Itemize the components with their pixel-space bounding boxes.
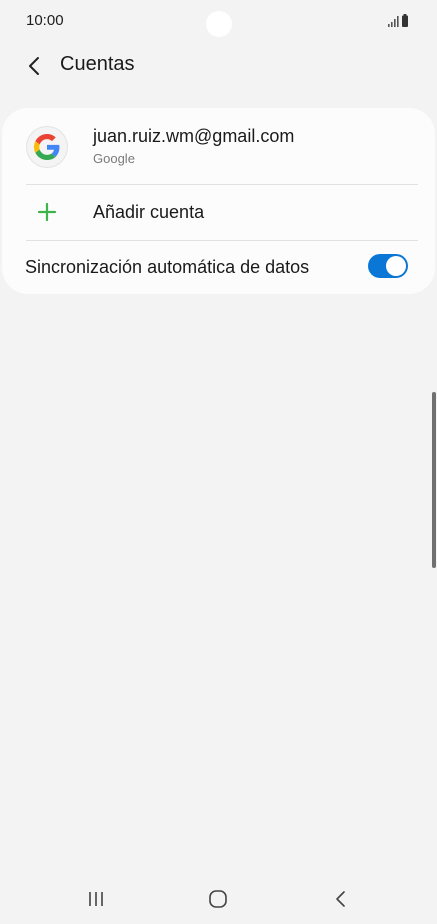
back-icon — [336, 891, 345, 907]
account-item-google[interactable]: juan.ruiz.wm@gmail.com Google — [2, 108, 435, 184]
home-icon — [209, 890, 227, 908]
account-email: juan.ruiz.wm@gmail.com — [93, 126, 295, 146]
camera-cutout — [206, 11, 232, 37]
status-icons — [387, 13, 413, 29]
add-account-label: Añadir cuenta — [93, 202, 205, 222]
add-account-button[interactable]: Añadir cuenta — [2, 185, 435, 240]
accounts-card: juan.ruiz.wm@gmail.com Google Añadir cue… — [2, 108, 435, 294]
auto-sync-toggle[interactable] — [368, 254, 408, 278]
chevron-left-icon — [29, 57, 39, 75]
battery-icon — [402, 14, 408, 27]
recent-apps-button[interactable] — [76, 886, 116, 912]
auto-sync-label: Sincronización automática de datos — [25, 257, 310, 277]
page-title: Cuentas — [60, 53, 135, 75]
scrollbar[interactable] — [432, 392, 436, 568]
header: Cuentas — [0, 44, 437, 88]
back-button[interactable] — [20, 52, 48, 80]
status-bar: 10:00 — [0, 0, 437, 44]
status-time: 10:00 — [26, 12, 64, 29]
signal-icon — [388, 16, 399, 27]
nav-back-button[interactable] — [320, 886, 360, 912]
toggle-knob — [386, 256, 406, 276]
account-type: Google — [93, 151, 135, 166]
google-icon — [26, 126, 68, 168]
plus-icon — [37, 202, 57, 222]
navigation-bar — [0, 876, 437, 924]
recent-apps-icon — [89, 892, 103, 906]
auto-sync-row[interactable]: Sincronización automática de datos — [2, 241, 435, 294]
home-button[interactable] — [198, 886, 238, 912]
